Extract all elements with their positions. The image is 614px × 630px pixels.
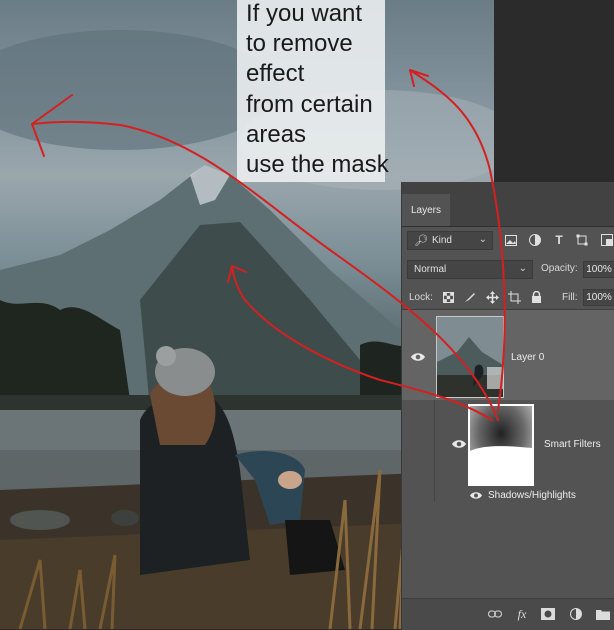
annotation-line: areas (246, 121, 307, 148)
smart-object-filter-icon[interactable] (599, 232, 614, 248)
fx-icon[interactable]: fx (515, 607, 529, 621)
layers-panel: Layers 🔎︎ Kind ⌄ T Normal ⌄ Opacity: 100… (401, 182, 614, 630)
annotation-box: If you want to remove effect from certai… (237, 0, 389, 182)
opacity-input[interactable]: 100% (583, 261, 614, 278)
annotation-line: from certain (246, 91, 373, 118)
panel-bottom-bar: fx (402, 598, 614, 630)
filter-name-shadows-highlights[interactable]: Shadows/Highlights (488, 490, 576, 501)
annotation-line: effect (246, 60, 305, 87)
tab-layers[interactable]: Layers (402, 194, 450, 226)
opacity-label: Opacity: (541, 263, 578, 274)
shape-filter-icon[interactable] (574, 232, 590, 248)
blend-mode-value: Normal (414, 264, 447, 275)
visibility-eye-icon[interactable] (470, 491, 482, 500)
blend-mode-select[interactable]: Normal ⌄ (407, 260, 533, 279)
link-layers-icon[interactable] (488, 607, 502, 621)
layer-row-layer-0[interactable]: Layer 0 (402, 310, 614, 400)
lock-all-icon[interactable] (528, 289, 544, 305)
smart-filter-mask-thumbnail[interactable] (468, 404, 534, 486)
lock-artboard-icon[interactable] (506, 289, 522, 305)
filter-kind-label: Kind (431, 235, 452, 246)
lock-pixels-icon[interactable] (440, 289, 456, 305)
annotation-line: use the mask (246, 151, 389, 178)
panel-tab-bar: Layers (402, 182, 614, 227)
smart-filters-label: Smart Filters (544, 439, 601, 450)
adjustment-filter-icon[interactable] (527, 232, 543, 248)
chevron-down-icon: ⌄ (478, 234, 487, 245)
fill-label: Fill: (562, 292, 578, 303)
lock-label: Lock: (409, 292, 433, 303)
new-group-icon[interactable] (596, 607, 610, 621)
annotation-line: If you want (246, 0, 363, 27)
workspace-background (494, 0, 614, 182)
search-icon: 🔎︎ (414, 235, 428, 247)
visibility-eye-icon[interactable] (411, 352, 425, 362)
add-mask-icon[interactable] (541, 607, 555, 621)
annotation-line: to remove (246, 30, 353, 57)
chevron-down-icon: ⌄ (518, 263, 527, 274)
filter-kind-select[interactable]: 🔎︎ Kind ⌄ (407, 231, 493, 250)
lock-image-icon[interactable] (462, 289, 478, 305)
layer-name: Layer 0 (511, 352, 545, 363)
layer-thumbnail (436, 316, 504, 398)
fill-input[interactable]: 100% (583, 289, 614, 306)
type-filter-icon[interactable]: T (551, 232, 567, 248)
adjustment-layer-icon[interactable] (569, 607, 583, 621)
image-filter-icon[interactable] (503, 232, 519, 248)
lock-position-icon[interactable] (484, 289, 500, 305)
visibility-eye-icon[interactable] (452, 439, 466, 449)
